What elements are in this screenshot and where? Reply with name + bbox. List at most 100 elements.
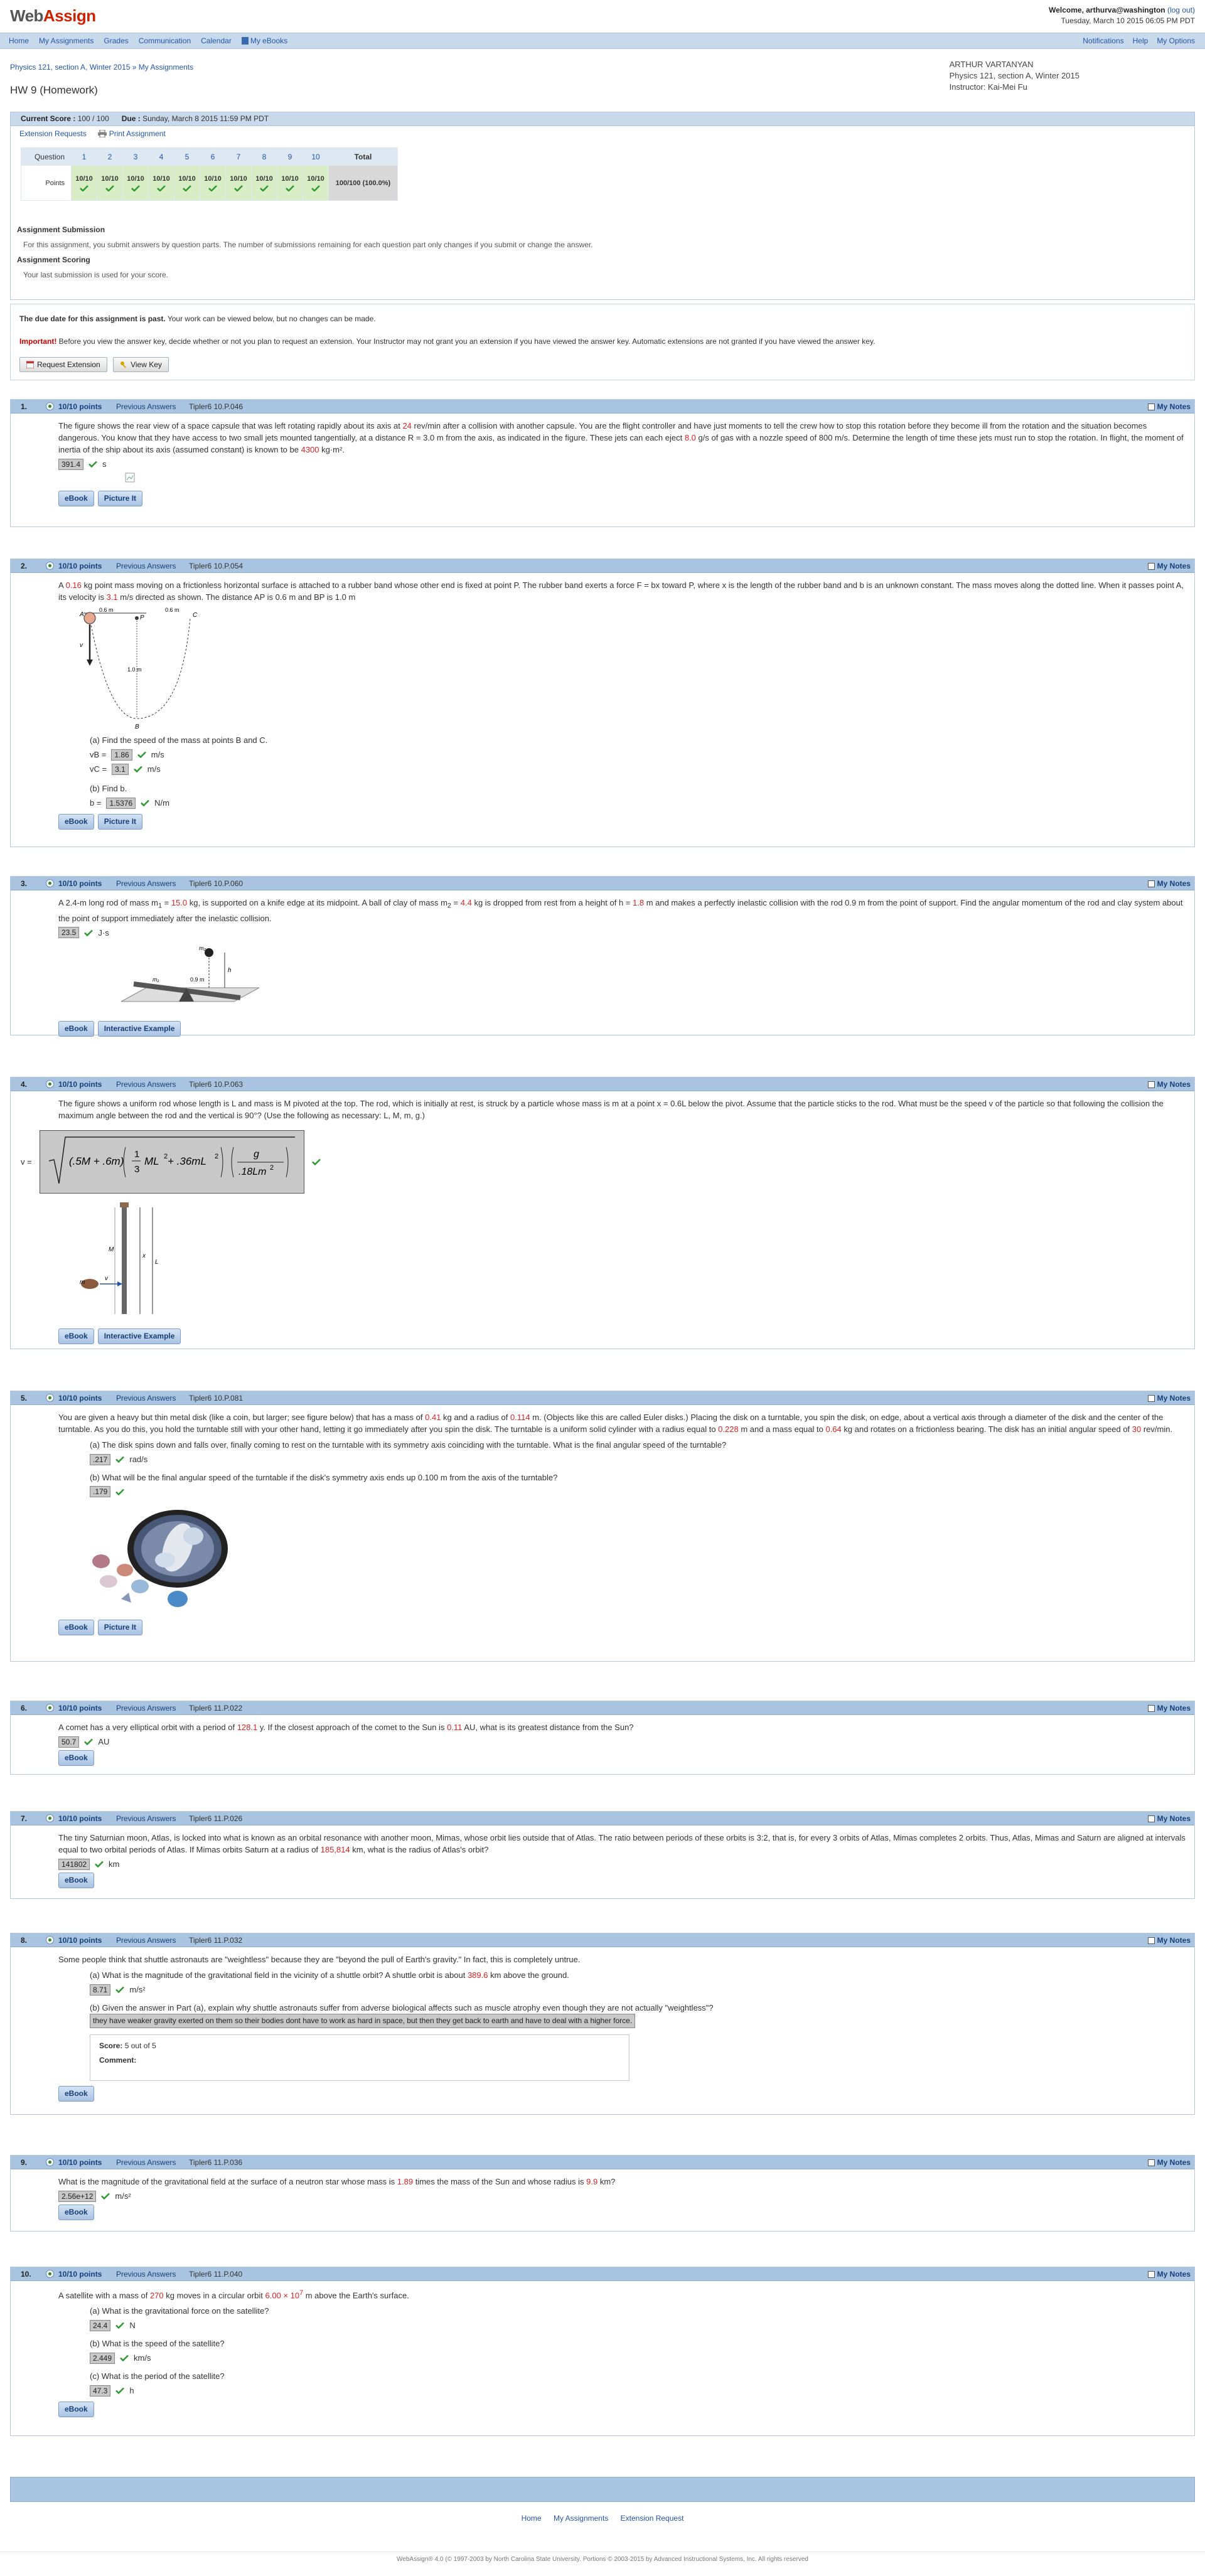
svg-text:h: h xyxy=(228,967,232,974)
previous-answers-link[interactable]: Previous Answers xyxy=(116,879,176,888)
question-link[interactable]: 10 xyxy=(303,147,329,166)
answer-formula: (.5M + .6m) 1 3 ML 2 + .36mL 2 g .18Lm 2 xyxy=(39,1130,304,1194)
svg-text:2: 2 xyxy=(270,1164,274,1172)
print-assignment-link[interactable]: Print Assignment xyxy=(97,129,166,138)
picture-it-button[interactable]: Picture It xyxy=(97,814,143,830)
picture-it-button[interactable]: Picture It xyxy=(97,491,143,506)
question-link[interactable]: 3 xyxy=(122,147,149,166)
checkbox-icon xyxy=(1147,1081,1155,1088)
previous-answers-link[interactable]: Previous Answers xyxy=(116,562,176,570)
footer-home-link[interactable]: Home xyxy=(522,2514,542,2523)
checkmark-icon xyxy=(95,1861,104,1868)
breadcrumb[interactable]: Physics 121, section A, Winter 2015 » My… xyxy=(10,63,193,72)
my-notes-toggle[interactable]: My Notes xyxy=(1147,402,1191,411)
main-nav: Home My Assignments Grades Communication… xyxy=(0,33,1205,49)
previous-answers-link[interactable]: Previous Answers xyxy=(116,1814,176,1823)
question-link[interactable]: 6 xyxy=(200,147,226,166)
previous-answers-link[interactable]: Previous Answers xyxy=(116,2158,176,2167)
my-notes-toggle[interactable]: My Notes xyxy=(1147,1704,1191,1713)
question-points: 10/10 points xyxy=(58,402,102,411)
my-notes-toggle[interactable]: My Notes xyxy=(1147,1080,1191,1089)
nav-communication[interactable]: Communication xyxy=(139,36,191,45)
question-card: 4. 10/10 points Previous Answers Tipler6… xyxy=(10,1077,1195,1349)
answer-field: 8.71 xyxy=(90,1984,111,1996)
my-notes-toggle[interactable]: My Notes xyxy=(1147,1814,1191,1823)
request-extension-button[interactable]: Request Extension xyxy=(19,357,107,372)
checkmark-icon xyxy=(141,799,150,806)
ebook-button[interactable]: eBook xyxy=(58,1620,94,1635)
previous-answers-link[interactable]: Previous Answers xyxy=(116,1394,176,1403)
nav-my-ebooks[interactable]: My eBooks xyxy=(241,36,287,45)
question-source: Tipler6 10.P.060 xyxy=(189,879,244,888)
footer-extension-link[interactable]: Extension Request xyxy=(621,2514,684,2523)
footer-assignments-link[interactable]: My Assignments xyxy=(554,2514,608,2523)
footer-links: Home My Assignments Extension Request xyxy=(0,2514,1205,2523)
due-notice: The due date for this assignment is past… xyxy=(10,304,1195,380)
answer-field: 1.86 xyxy=(111,749,132,761)
extension-requests-link[interactable]: Extension Requests xyxy=(19,129,87,138)
ebook-button[interactable]: eBook xyxy=(58,1750,94,1766)
question-link[interactable]: 5 xyxy=(174,147,200,166)
question-link[interactable]: 2 xyxy=(97,147,123,166)
important-label: Important! xyxy=(19,337,57,346)
ebook-button[interactable]: eBook xyxy=(58,1328,94,1344)
checkmark-icon xyxy=(260,184,269,191)
nav-home[interactable]: Home xyxy=(9,36,29,45)
checkbox-icon xyxy=(1147,880,1155,887)
webassign-logo[interactable]: WebAssign xyxy=(10,6,96,26)
question-link[interactable]: 1 xyxy=(71,147,97,166)
top-bar: WebAssign Welcome, arthurva@washington (… xyxy=(0,0,1205,30)
my-notes-toggle[interactable]: My Notes xyxy=(1147,1936,1191,1945)
my-notes-toggle[interactable]: My Notes xyxy=(1147,562,1191,570)
question-link[interactable]: 9 xyxy=(277,147,303,166)
checkmark-icon xyxy=(84,929,94,936)
checkmark-icon xyxy=(101,2193,110,2199)
nav-help[interactable]: Help xyxy=(1133,36,1149,45)
interactive-example-button[interactable]: Interactive Example xyxy=(97,1328,181,1344)
nav-my-assignments[interactable]: My Assignments xyxy=(39,36,94,45)
part-c-prompt: (c) What is the period of the satellite? xyxy=(90,2371,225,2381)
previous-answers-link[interactable]: Previous Answers xyxy=(116,1936,176,1945)
question-source: Tipler6 10.P.081 xyxy=(189,1394,244,1403)
svg-text:0.6 m: 0.6 m xyxy=(165,607,179,613)
page-title: HW 9 (Homework) xyxy=(10,84,98,96)
part-b-prompt: (b) What will be the final angular speed… xyxy=(90,1473,558,1482)
svg-text:2: 2 xyxy=(215,1153,218,1160)
svg-text:M: M xyxy=(109,1246,114,1253)
previous-answers-link[interactable]: Previous Answers xyxy=(116,2270,176,2279)
question-source: Tipler6 11.P.036 xyxy=(189,2158,243,2167)
ebook-button[interactable]: eBook xyxy=(58,814,94,830)
question-link[interactable]: 7 xyxy=(225,147,252,166)
ebook-button[interactable]: eBook xyxy=(58,2086,94,2102)
ebook-button[interactable]: eBook xyxy=(58,2205,94,2220)
view-key-button[interactable]: View Key xyxy=(113,357,169,372)
question-text: The tiny Saturnian moon, Atlas, is locke… xyxy=(58,1833,1186,1854)
part-b-prompt: (b) Given the answer in Part (a), explai… xyxy=(90,2003,714,2012)
previous-answers-link[interactable]: Previous Answers xyxy=(116,402,176,411)
ebook-button[interactable]: eBook xyxy=(58,1020,94,1037)
nav-grades[interactable]: Grades xyxy=(104,36,128,45)
logout-link[interactable]: (log out) xyxy=(1167,6,1195,14)
interactive-example-button[interactable]: Interactive Example xyxy=(97,1020,181,1037)
question-link[interactable]: 4 xyxy=(148,147,174,166)
my-notes-toggle[interactable]: My Notes xyxy=(1147,879,1191,888)
ebook-button[interactable]: eBook xyxy=(58,1873,94,1888)
svg-text:0.6 m: 0.6 m xyxy=(99,607,114,613)
checkbox-icon xyxy=(1147,2271,1155,2278)
nav-my-options[interactable]: My Options xyxy=(1157,36,1195,45)
checkmark-icon xyxy=(84,1738,94,1745)
my-notes-toggle[interactable]: My Notes xyxy=(1147,2158,1191,2167)
previous-answers-link[interactable]: Previous Answers xyxy=(116,1080,176,1089)
picture-it-button[interactable]: Picture It xyxy=(97,1620,143,1635)
answer-field: .217 xyxy=(90,1453,111,1465)
previous-answers-link[interactable]: Previous Answers xyxy=(116,1704,176,1713)
question-link[interactable]: 8 xyxy=(251,147,277,166)
ebook-button[interactable]: eBook xyxy=(58,491,94,506)
nav-notifications[interactable]: Notifications xyxy=(1083,36,1123,45)
euler-disk-photo xyxy=(92,1510,228,1607)
my-notes-toggle[interactable]: My Notes xyxy=(1147,1394,1191,1403)
nav-calendar[interactable]: Calendar xyxy=(201,36,232,45)
my-notes-toggle[interactable]: My Notes xyxy=(1147,2270,1191,2279)
ebook-button[interactable]: eBook xyxy=(58,2402,94,2418)
svg-text:(.5M + .6m): (.5M + .6m) xyxy=(69,1155,124,1167)
